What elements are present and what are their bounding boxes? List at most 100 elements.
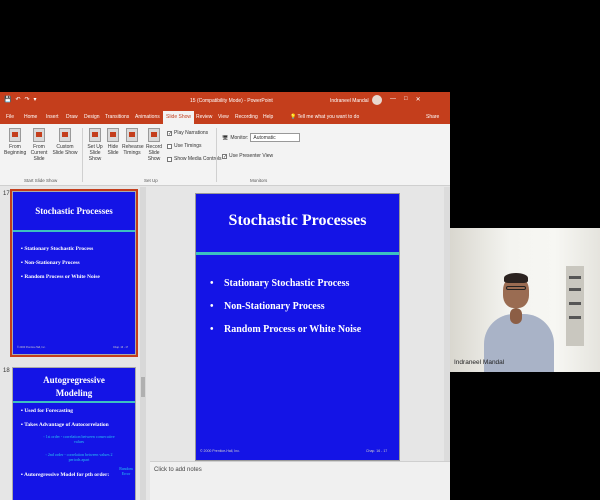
thumbnail-subbullet: ◦ 2nd order - correlation between values… bbox=[45, 452, 113, 462]
thumbnail-bullet: ▪ Non-Stationary Process bbox=[21, 260, 80, 266]
minimize-icon[interactable]: — bbox=[390, 96, 396, 103]
thumbnail-slide-18[interactable]: Autogregressive Modeling ▪ Used for Forec… bbox=[12, 367, 136, 500]
bookshelf-image bbox=[566, 266, 584, 346]
hide-slide-label: Hide Slide bbox=[107, 144, 119, 156]
use-timings-label: Use Timings bbox=[174, 143, 202, 149]
person-hair-image bbox=[504, 273, 528, 283]
slide-title[interactable]: Stochastic Processes bbox=[196, 212, 399, 230]
monitor-icon: 🖥 bbox=[222, 134, 229, 141]
slide-thumbnails-pane: 17 Stochastic Processes ▪ Stationary Sto… bbox=[0, 187, 148, 500]
show-media-controls-checkbox[interactable]: Show Media Controls bbox=[167, 156, 222, 162]
group-label-setup: Set Up bbox=[144, 178, 158, 183]
ribbon-panel: From Beginning From Current Slide Custom… bbox=[0, 124, 450, 186]
thumbnail-title: Autogregressive Modeling bbox=[13, 374, 135, 400]
ribbon-separator bbox=[216, 128, 217, 182]
checkbox-checked-icon: ✓ bbox=[222, 153, 228, 160]
custom-show-label: Custom Slide Show bbox=[52, 144, 78, 156]
current-slide[interactable]: Stochastic Processes • Stationary Stochas… bbox=[195, 193, 400, 461]
bullet-icon: • bbox=[210, 324, 214, 335]
rehearse-label: Rehearse Timings bbox=[122, 144, 144, 156]
slideshow-current-icon bbox=[33, 128, 45, 142]
play-narrations-checkbox[interactable]: ✓ Play Narrations bbox=[167, 130, 208, 136]
tab-review[interactable]: Review bbox=[196, 114, 212, 120]
tell-me-search[interactable]: 💡 Tell me what you want to do bbox=[290, 114, 359, 120]
thumbnail-side-text: Error bbox=[121, 471, 131, 476]
thumbnail-bullet: ▪ Stationary Stochastic Process bbox=[21, 246, 94, 252]
thumbnail-slide-17[interactable]: Stochastic Processes ▪ Stationary Stocha… bbox=[10, 189, 138, 357]
tab-transitions[interactable]: Transitions bbox=[105, 114, 129, 120]
from-current-label: From Current Slide bbox=[30, 144, 48, 162]
thumbnail-number: 18 bbox=[3, 368, 10, 374]
slide-divider bbox=[196, 252, 399, 255]
thumbnail-bullet-text: Random Process or White Noise bbox=[24, 274, 100, 280]
save-icon[interactable]: 💾 bbox=[4, 97, 11, 104]
slide-bullet-text: Random Process or White Noise bbox=[224, 324, 362, 335]
tab-draw[interactable]: Draw bbox=[66, 114, 78, 120]
thumbnail-title: Stochastic Processes bbox=[35, 206, 113, 216]
thumbnail-bullet: ▪ Autoregressive Model for pth order: bbox=[21, 472, 110, 478]
monitor-selector[interactable]: 🖥 Monitor: Automatic bbox=[222, 133, 301, 142]
hide-slide-icon bbox=[107, 128, 119, 142]
undo-icon[interactable]: ↶ bbox=[15, 97, 20, 104]
customize-toolbar-icon[interactable]: ▾ bbox=[34, 97, 37, 104]
window-controls: — □ ✕ bbox=[390, 96, 421, 103]
user-name[interactable]: Indraneel Mandal bbox=[330, 98, 369, 104]
redo-icon[interactable]: ↷ bbox=[25, 97, 30, 104]
use-presenter-view-checkbox[interactable]: ✓ Use Presenter View bbox=[222, 153, 273, 159]
tab-file[interactable]: File bbox=[6, 114, 14, 120]
person-glasses-image bbox=[506, 286, 526, 290]
custom-slide-show-button[interactable]: Custom Slide Show bbox=[52, 128, 78, 156]
from-current-slide-button[interactable]: From Current Slide bbox=[28, 128, 50, 162]
thumbnail-title-line2: Modeling bbox=[55, 388, 93, 398]
record-icon bbox=[148, 128, 160, 142]
hide-slide-button[interactable]: Hide Slide bbox=[106, 128, 120, 156]
thumbnail-bullet: ▪ Takes Advantage of Autocorrelation bbox=[21, 422, 109, 428]
ribbon-tabs: File Home Insert Draw Design Transitions… bbox=[0, 110, 450, 124]
thumbnail-divider bbox=[13, 401, 135, 403]
thumbnail-bullet-text: Non-Stationary Process bbox=[24, 260, 80, 266]
monitor-value: Automatic bbox=[253, 135, 276, 141]
use-presenter-view-label: Use Presenter View bbox=[229, 153, 274, 159]
group-label-monitors: Monitors bbox=[250, 178, 268, 183]
person-hand-image bbox=[510, 308, 522, 324]
slide-bullet-text: Non-Stationary Process bbox=[224, 301, 325, 312]
thumbnail-bullet: ▪ Used for Forecasting bbox=[21, 408, 74, 414]
share-button[interactable]: Share bbox=[426, 114, 439, 120]
checkbox-checked-icon: ✓ bbox=[167, 130, 173, 137]
tab-view[interactable]: View bbox=[218, 114, 229, 120]
tab-home[interactable]: Home bbox=[24, 114, 37, 120]
thumbnails-scrollbar[interactable] bbox=[140, 187, 146, 500]
set-up-slide-show-button[interactable]: Set Up Slide Show bbox=[86, 128, 104, 162]
monitor-dropdown[interactable]: Automatic bbox=[250, 133, 301, 142]
checkbox-icon bbox=[167, 143, 172, 149]
tab-slide-show[interactable]: Slide Show bbox=[163, 111, 195, 124]
thumbnail-bullet-text: Stationary Stochastic Process bbox=[24, 246, 94, 252]
maximize-icon[interactable]: □ bbox=[404, 96, 408, 103]
close-icon[interactable]: ✕ bbox=[416, 96, 421, 103]
tab-recording[interactable]: Recording bbox=[235, 114, 258, 120]
notes-placeholder: Click to add notes bbox=[154, 467, 202, 473]
slide-bullet[interactable]: • Random Process or White Noise bbox=[210, 324, 361, 335]
slide-bullet[interactable]: • Non-Stationary Process bbox=[210, 301, 325, 312]
tab-insert[interactable]: Insert bbox=[46, 114, 59, 120]
rehearse-timings-button[interactable]: Rehearse Timings bbox=[122, 128, 144, 156]
notes-pane[interactable]: Click to add notes bbox=[150, 461, 450, 500]
show-media-controls-label: Show Media Controls bbox=[174, 156, 222, 162]
record-slide-show-button[interactable]: Record Slide Show bbox=[143, 128, 165, 162]
tab-help[interactable]: Help bbox=[263, 114, 273, 120]
title-bar: 💾 ↶ ↷ ▾ 15 (Compatibility Mode) - PowerP… bbox=[0, 92, 450, 110]
user-avatar[interactable] bbox=[372, 95, 382, 105]
scrollbar-thumb[interactable] bbox=[141, 377, 145, 397]
thumbnail-bullet-text: Takes Advantage of Autocorrelation bbox=[24, 422, 109, 428]
slide-bullet[interactable]: • Stationary Stochastic Process bbox=[210, 278, 349, 289]
tab-design[interactable]: Design bbox=[84, 114, 100, 120]
thumbnail-bullet-text: Autoregressive Model for pth order: bbox=[24, 472, 110, 478]
from-beginning-button[interactable]: From Beginning bbox=[4, 128, 26, 156]
thumbnail-bullet: ▪ Random Process or White Noise bbox=[21, 274, 100, 280]
slide-footer-left: © 2000 Prentice-Hall, Inc. bbox=[200, 449, 240, 453]
tab-animations[interactable]: Animations bbox=[135, 114, 160, 120]
thumbnail-subbullet-text: periods apart bbox=[68, 457, 90, 462]
bullet-icon: • bbox=[210, 301, 214, 312]
screen: 💾 ↶ ↷ ▾ 15 (Compatibility Mode) - PowerP… bbox=[0, 0, 600, 500]
use-timings-checkbox[interactable]: Use Timings bbox=[167, 143, 202, 149]
